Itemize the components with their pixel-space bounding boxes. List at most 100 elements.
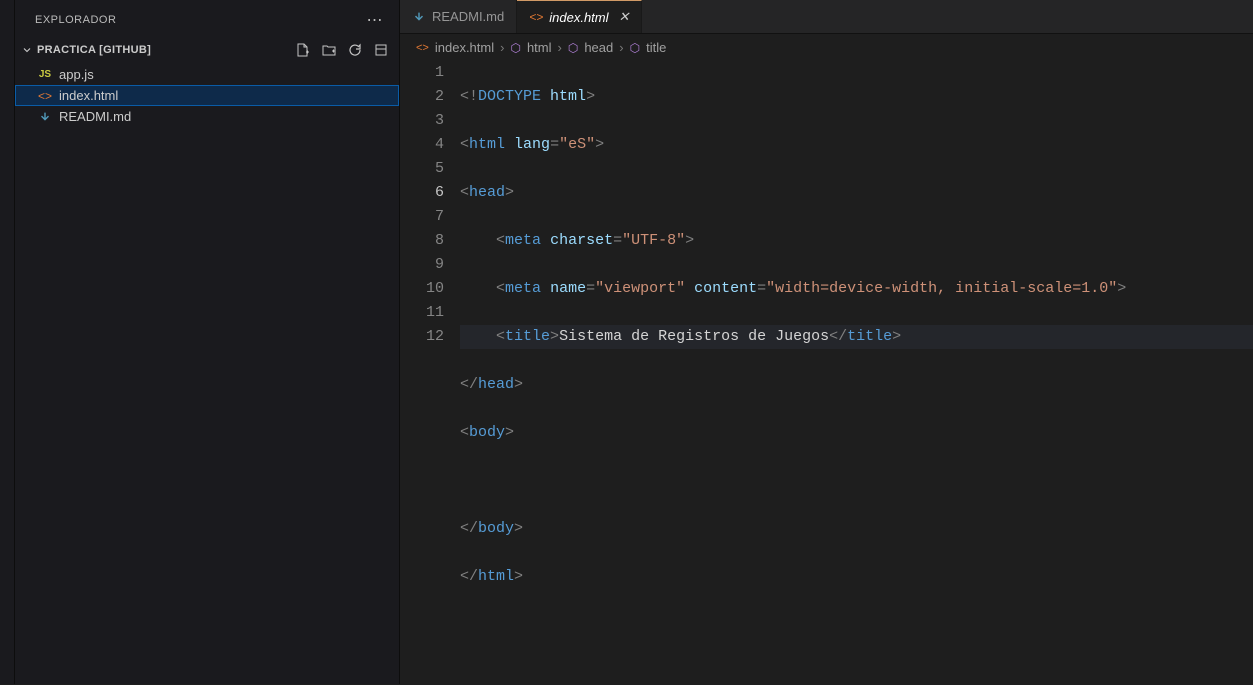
tab-readmi[interactable]: READMI.md [400,0,517,33]
punct: > [1117,280,1126,297]
folder-section-header[interactable]: PRACTICA [GITHUB] [15,38,399,62]
tab-index-html[interactable]: <> index.html ✕ [517,0,642,33]
breadcrumb-item[interactable]: index.html [435,40,494,55]
breadcrumb-item[interactable]: title [646,40,666,55]
code-editor[interactable]: 12345 6789 101112 <!DOCTYPE html> <html … [400,61,1253,685]
punct: = [550,136,559,153]
punct: < [460,184,469,201]
file-label: index.html [59,88,118,103]
punct: > [505,424,514,441]
indent [460,232,496,249]
punct: < [496,232,505,249]
code-content[interactable]: <!DOCTYPE html> <html lang="eS"> <head> … [460,61,1253,685]
markdown-icon [412,10,426,24]
tab-label: READMI.md [432,9,504,24]
punct [541,280,550,297]
punct: < [460,136,469,153]
string: "UTF-8" [622,232,685,249]
punct: > [595,136,604,153]
file-label: app.js [59,67,94,82]
element-icon: ⬡ [568,41,578,55]
tag: head [478,376,514,393]
file-label: READMI.md [59,109,131,124]
punct: = [586,280,595,297]
tag: meta [505,280,541,297]
refresh-icon[interactable] [347,42,363,58]
folder-actions [295,42,389,58]
sidebar-title: EXPLORADOR [35,14,116,26]
file-item-readmi-md[interactable]: READMI.md [15,106,399,127]
attr: charset [550,232,613,249]
js-icon: JS [37,69,53,80]
indent [460,328,496,345]
element-icon: ⬡ [630,41,640,55]
chevron-down-icon [21,44,33,56]
html-icon: <> [416,42,429,54]
attr: content [694,280,757,297]
element-icon: ⬡ [510,41,520,55]
editor-tabs: READMI.md <> index.html ✕ [400,0,1253,34]
file-item-app-js[interactable]: JS app.js [15,64,399,85]
punct: </ [460,376,478,393]
line-gutter: 12345 6789 101112 [400,61,460,685]
punct: < [460,424,469,441]
file-item-index-html[interactable]: <> index.html [15,85,399,106]
breadcrumb-item[interactable]: head [584,40,613,55]
tag: title [505,328,550,345]
keyword: DOCTYPE [478,88,541,105]
string: "eS" [559,136,595,153]
punct: > [505,184,514,201]
indent [460,280,496,297]
tag: title [847,328,892,345]
tag: html [478,568,514,585]
breadcrumb-item[interactable]: html [527,40,552,55]
tag: html [469,136,505,153]
chevron-right-icon: › [619,40,623,55]
html-icon: <> [529,10,543,24]
new-folder-icon[interactable] [321,42,337,58]
attr: name [550,280,586,297]
file-tree: JS app.js <> index.html READMI.md [15,62,399,127]
close-icon[interactable]: ✕ [619,9,630,25]
punct [541,232,550,249]
html-icon: <> [37,89,53,103]
text-content: Sistema de Registros de Juegos [559,328,829,345]
punct: > [550,328,559,345]
string: "viewport" [595,280,685,297]
punct: </ [460,568,478,585]
chevron-right-icon: › [558,40,562,55]
tag: body [478,520,514,537]
new-file-icon[interactable] [295,42,311,58]
punct: > [892,328,901,345]
punct: > [685,232,694,249]
explorer-sidebar: EXPLORADOR ⋯ PRACTICA [GITHUB] J [15,0,400,684]
punct: > [514,520,523,537]
markdown-icon [37,110,53,124]
tab-label: index.html [549,10,608,25]
punct: > [586,88,595,105]
punct: < [496,280,505,297]
string: "width=device-width, initial-scale=1.0" [766,280,1117,297]
breadcrumbs[interactable]: <> index.html › ⬡ html › ⬡ head › ⬡ titl… [400,34,1253,61]
editor-area: READMI.md <> index.html ✕ <> index.html … [400,0,1253,684]
punct: <! [460,88,478,105]
collapse-icon[interactable] [373,42,389,58]
more-icon[interactable]: ⋯ [367,10,384,30]
punct: > [514,376,523,393]
punct [685,280,694,297]
punct: = [613,232,622,249]
sidebar-header: EXPLORADOR ⋯ [15,0,399,38]
punct: > [514,568,523,585]
punct: = [757,280,766,297]
punct: < [496,328,505,345]
punct: </ [829,328,847,345]
tag: body [469,424,505,441]
attr: html [550,88,586,105]
tag: meta [505,232,541,249]
tag: head [469,184,505,201]
punct: </ [460,520,478,537]
attr: lang [514,136,550,153]
folder-name: PRACTICA [GITHUB] [37,44,151,56]
chevron-right-icon: › [500,40,504,55]
indent [460,472,496,489]
